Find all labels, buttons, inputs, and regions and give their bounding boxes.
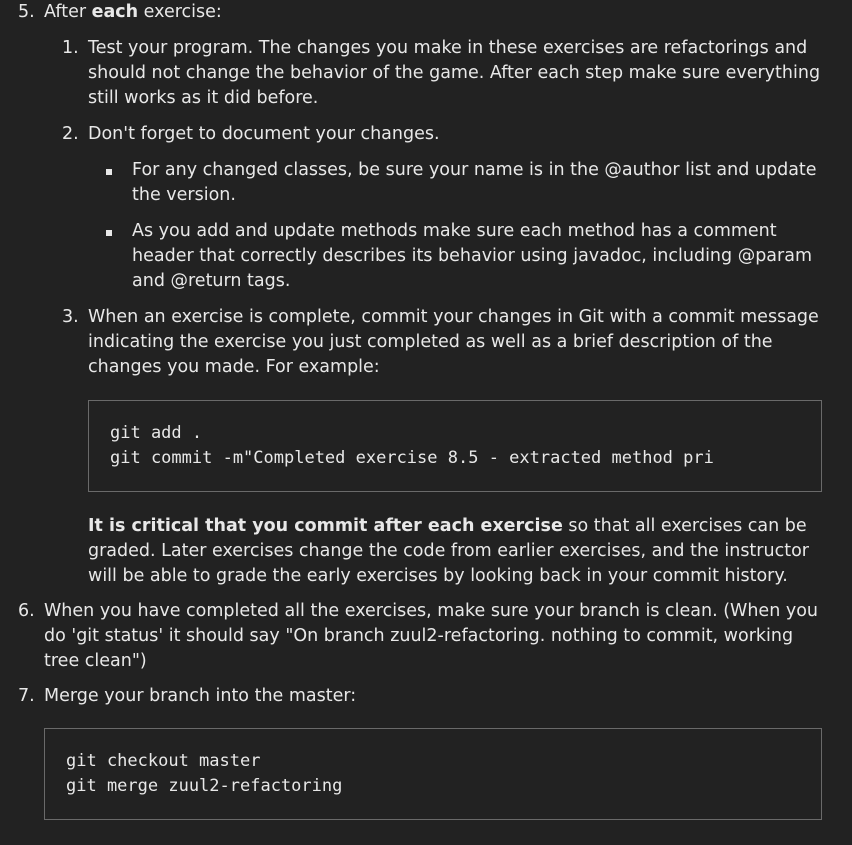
- sub-item-text: When an exercise is complete, commit you…: [88, 307, 819, 377]
- bullet-list: For any changed classes, be sure your na…: [88, 158, 822, 294]
- code-block-commit: git add . git commit -m"Completed exercis…: [88, 400, 822, 492]
- sub-item-1: 1. Test your program. The changes you ma…: [62, 36, 822, 111]
- list-item-5: 5. After each exercise: 1. Test your pro…: [18, 0, 822, 589]
- item-number: 6.: [18, 601, 35, 621]
- sub-item-text: Don't forget to document your changes.: [88, 124, 440, 144]
- item-number: 5.: [18, 2, 35, 22]
- critical-note: It is critical that you commit after eac…: [88, 516, 809, 586]
- sub-item-3: 3. When an exercise is complete, commit …: [62, 305, 822, 589]
- critical-note-emphasis: It is critical that you commit after eac…: [88, 516, 563, 536]
- bullet-item: For any changed classes, be sure your na…: [106, 158, 822, 208]
- bullet-item: As you add and update methods make sure …: [106, 219, 822, 294]
- item-5-intro: After each exercise:: [44, 2, 222, 22]
- sub-item-number: 3.: [62, 307, 79, 327]
- item-6-text: When you have completed all the exercise…: [44, 601, 818, 671]
- sub-item-number: 2.: [62, 124, 79, 144]
- list-item-7: 7. Merge your branch into the master: gi…: [18, 684, 822, 820]
- bullet-marker: [106, 169, 112, 175]
- list-item-6: 6. When you have completed all the exerc…: [18, 599, 822, 674]
- item-number: 7.: [18, 686, 35, 706]
- sub-item-2: 2. Don't forget to document your changes…: [62, 122, 822, 294]
- instruction-list: 5. After each exercise: 1. Test your pro…: [0, 0, 822, 820]
- sub-item-number: 1.: [62, 38, 79, 58]
- item-7-text: Merge your branch into the master:: [44, 686, 357, 706]
- code-block-merge: git checkout master git merge zuul2-refac…: [44, 728, 822, 820]
- sub-item-text: Test your program. The changes you make …: [88, 38, 821, 108]
- sub-list: 1. Test your program. The changes you ma…: [44, 36, 822, 589]
- emphasis-each: each: [91, 2, 139, 22]
- bullet-marker: [106, 230, 112, 236]
